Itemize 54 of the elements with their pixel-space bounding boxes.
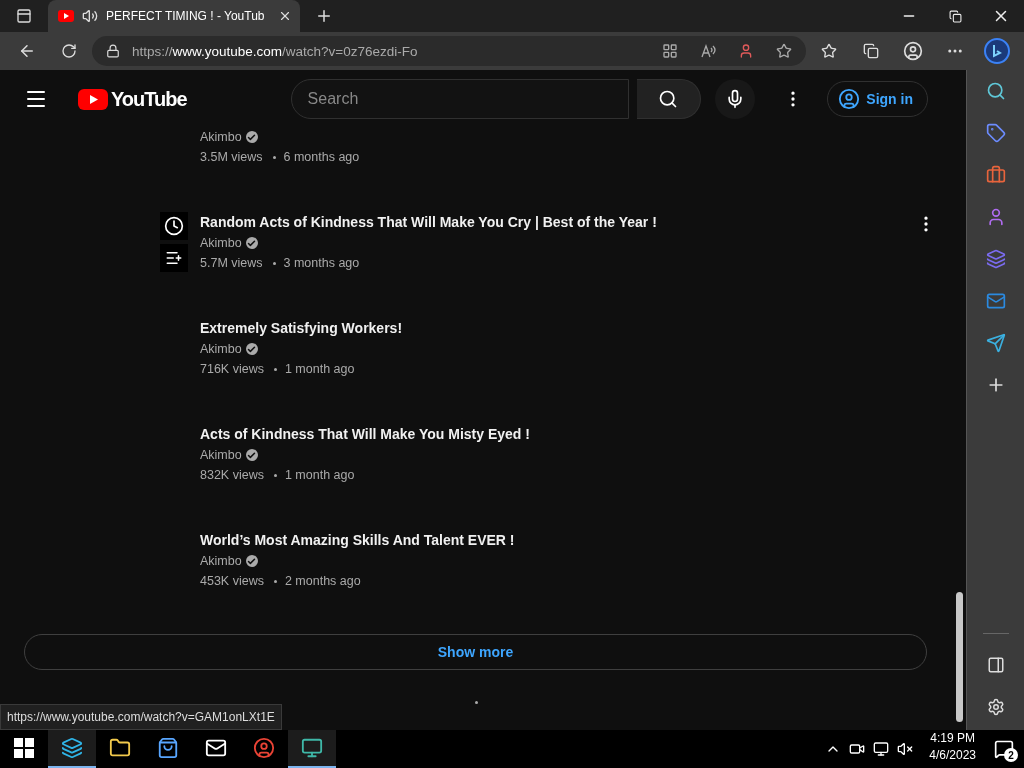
view-count: 832K views (200, 468, 264, 482)
clock-time[interactable]: 4:19 PM (930, 730, 975, 747)
briefcase-icon[interactable] (984, 164, 1007, 186)
read-aloud-icon[interactable] (700, 43, 716, 59)
favorite-icon[interactable] (776, 43, 792, 59)
tab-title: PERFECT TIMING ! - YouTub (106, 9, 266, 23)
loading-dot (475, 701, 478, 704)
channel-name[interactable]: Akimbo (200, 342, 242, 356)
notification-count: 2 (1004, 748, 1018, 762)
video-title[interactable]: Extremely Satisfying Workers! (200, 318, 952, 338)
camera-icon[interactable] (849, 741, 866, 757)
video-title[interactable]: Random Acts of Kindness That Will Make You Cry | Best of the Year ! (200, 212, 902, 232)
upload-age: 3 months ago (283, 256, 360, 270)
upload-age: 6 months ago (283, 150, 360, 164)
browser-tab[interactable]: PERFECT TIMING ! - YouTub (48, 0, 300, 32)
view-count: 3.5M views (200, 150, 263, 164)
view-count: 453K views (200, 574, 264, 588)
muted-speaker-icon[interactable] (897, 741, 914, 757)
tag-icon[interactable] (984, 122, 1007, 144)
queue-button[interactable] (160, 244, 188, 272)
clock-button[interactable] (160, 212, 188, 240)
monitor-icon[interactable] (288, 730, 336, 768)
play-logo-icon (58, 10, 74, 22)
upload-age: 2 months ago (284, 574, 361, 588)
video-title[interactable]: World’s Most Amazing Skills And Talent EVER ! (200, 530, 952, 550)
channel-name[interactable]: Akimbo (200, 236, 242, 250)
address-field[interactable]: https://www.youtube.com/watch?v=0z76ezdi-Fo (92, 36, 806, 66)
channel-name[interactable]: Akimbo (200, 130, 242, 144)
queue-icon (165, 249, 183, 267)
close-tab-icon[interactable] (278, 9, 292, 23)
upload-age: 1 month ago (284, 362, 355, 376)
channel-name[interactable]: Akimbo (200, 554, 242, 568)
search-field[interactable]: Search (290, 79, 629, 119)
lock-icon[interactable] (106, 44, 120, 58)
view-count: 5.7M views (200, 256, 263, 270)
notifications-icon[interactable] (994, 739, 1014, 759)
network-icon[interactable] (873, 741, 890, 757)
scrollbar-thumb[interactable] (955, 592, 963, 722)
app-grid-icon[interactable] (662, 43, 678, 59)
search-icon (658, 89, 679, 109)
clock-icon (164, 216, 184, 236)
profile-add-icon[interactable] (738, 43, 754, 59)
channel-name[interactable]: Akimbo (200, 448, 242, 462)
youtube-logo[interactable]: YouTube (78, 87, 187, 111)
upload-age: 1 month ago (284, 468, 355, 482)
user-icon (838, 88, 861, 110)
clock-date[interactable]: 4/6/2023 (929, 747, 976, 764)
status-url: https://www.youtube.com/watch?v=GAM1onLXt1E (0, 704, 282, 730)
search-button[interactable] (636, 79, 701, 119)
video-title[interactable]: Acts of Kindness That Will Make You Misty Eyed ! (200, 424, 952, 444)
speaker-icon[interactable] (82, 8, 98, 24)
microphone-button[interactable] (714, 79, 755, 119)
send-icon[interactable] (984, 332, 1007, 354)
view-count: 716K views (200, 362, 264, 376)
